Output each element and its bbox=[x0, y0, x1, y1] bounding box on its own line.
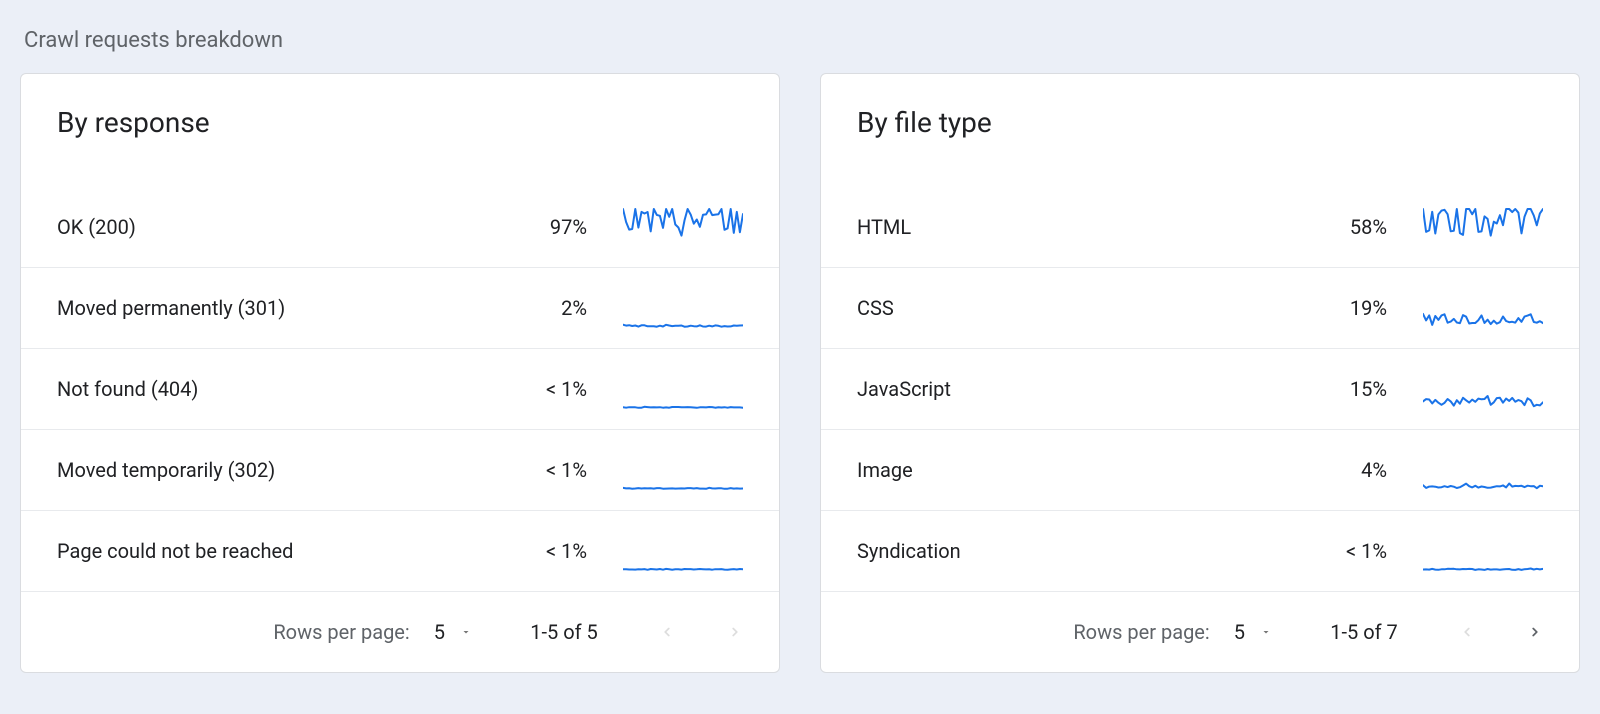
sparkline bbox=[623, 450, 743, 490]
next-page-button[interactable] bbox=[1515, 612, 1555, 652]
chevron-left-icon bbox=[660, 621, 674, 643]
row-label: OK (200) bbox=[57, 215, 497, 239]
caret-down-icon bbox=[457, 626, 475, 638]
page-size-select[interactable]: 5 bbox=[1228, 616, 1281, 648]
row-pct: 19% bbox=[1297, 296, 1387, 320]
table-row[interactable]: CSS 19% bbox=[821, 267, 1579, 348]
card-by-response: By response OK (200) 97% Moved permanent… bbox=[20, 73, 780, 673]
table-row[interactable]: Not found (404) < 1% bbox=[21, 348, 779, 429]
row-label: Moved permanently (301) bbox=[57, 296, 497, 320]
sparkline bbox=[1423, 450, 1543, 490]
row-pct: < 1% bbox=[497, 377, 587, 401]
row-pct: 2% bbox=[497, 296, 587, 320]
pager: Rows per page: 5 1-5 of 5 bbox=[21, 591, 779, 672]
table-row[interactable]: HTML 58% bbox=[821, 187, 1579, 267]
row-label: CSS bbox=[857, 296, 1297, 320]
prev-page-button[interactable] bbox=[647, 612, 687, 652]
row-label: Not found (404) bbox=[57, 377, 497, 401]
crawl-requests-breakdown: Crawl requests breakdown By response OK … bbox=[0, 0, 1600, 693]
table-row[interactable]: Syndication < 1% bbox=[821, 510, 1579, 591]
page-size-value: 5 bbox=[434, 620, 445, 644]
page-size-select[interactable]: 5 bbox=[428, 616, 481, 648]
row-label: HTML bbox=[857, 215, 1297, 239]
table-row[interactable]: Page could not be reached < 1% bbox=[21, 510, 779, 591]
pager-range: 1-5 of 5 bbox=[509, 620, 619, 644]
row-label: Moved temporarily (302) bbox=[57, 458, 497, 482]
pager-label: Rows per page: bbox=[273, 620, 409, 644]
sparkline bbox=[623, 369, 743, 409]
card-title: By response bbox=[21, 74, 779, 187]
row-label: JavaScript bbox=[857, 377, 1297, 401]
row-label: Page could not be reached bbox=[57, 539, 497, 563]
row-pct: 15% bbox=[1297, 377, 1387, 401]
row-label: Syndication bbox=[857, 539, 1297, 563]
section-title: Crawl requests breakdown bbox=[24, 28, 1580, 53]
card-title: By file type bbox=[821, 74, 1579, 187]
sparkline bbox=[1423, 531, 1543, 571]
sparkline bbox=[623, 207, 743, 247]
caret-down-icon bbox=[1257, 626, 1275, 638]
pager-range: 1-5 of 7 bbox=[1309, 620, 1419, 644]
card-by-file-type: By file type HTML 58% CSS 19% JavaScript… bbox=[820, 73, 1580, 673]
chevron-left-icon bbox=[1460, 621, 1474, 643]
cards-container: By response OK (200) 97% Moved permanent… bbox=[20, 73, 1580, 673]
sparkline bbox=[623, 288, 743, 328]
table-row[interactable]: Moved temporarily (302) < 1% bbox=[21, 429, 779, 510]
prev-page-button[interactable] bbox=[1447, 612, 1487, 652]
table-row[interactable]: OK (200) 97% bbox=[21, 187, 779, 267]
table-row[interactable]: Image 4% bbox=[821, 429, 1579, 510]
chevron-right-icon bbox=[1528, 621, 1542, 643]
card-rows: OK (200) 97% Moved permanently (301) 2% … bbox=[21, 187, 779, 591]
next-page-button[interactable] bbox=[715, 612, 755, 652]
row-pct: < 1% bbox=[1297, 539, 1387, 563]
row-pct: < 1% bbox=[497, 539, 587, 563]
pager: Rows per page: 5 1-5 of 7 bbox=[821, 591, 1579, 672]
pager-label: Rows per page: bbox=[1073, 620, 1209, 644]
sparkline bbox=[623, 531, 743, 571]
row-pct: 97% bbox=[497, 215, 587, 239]
sparkline bbox=[1423, 207, 1543, 247]
table-row[interactable]: JavaScript 15% bbox=[821, 348, 1579, 429]
row-label: Image bbox=[857, 458, 1297, 482]
sparkline bbox=[1423, 288, 1543, 328]
page-size-value: 5 bbox=[1234, 620, 1245, 644]
chevron-right-icon bbox=[728, 621, 742, 643]
row-pct: < 1% bbox=[497, 458, 587, 482]
sparkline bbox=[1423, 369, 1543, 409]
card-rows: HTML 58% CSS 19% JavaScript 15% Image 4% bbox=[821, 187, 1579, 591]
table-row[interactable]: Moved permanently (301) 2% bbox=[21, 267, 779, 348]
row-pct: 58% bbox=[1297, 215, 1387, 239]
row-pct: 4% bbox=[1297, 458, 1387, 482]
